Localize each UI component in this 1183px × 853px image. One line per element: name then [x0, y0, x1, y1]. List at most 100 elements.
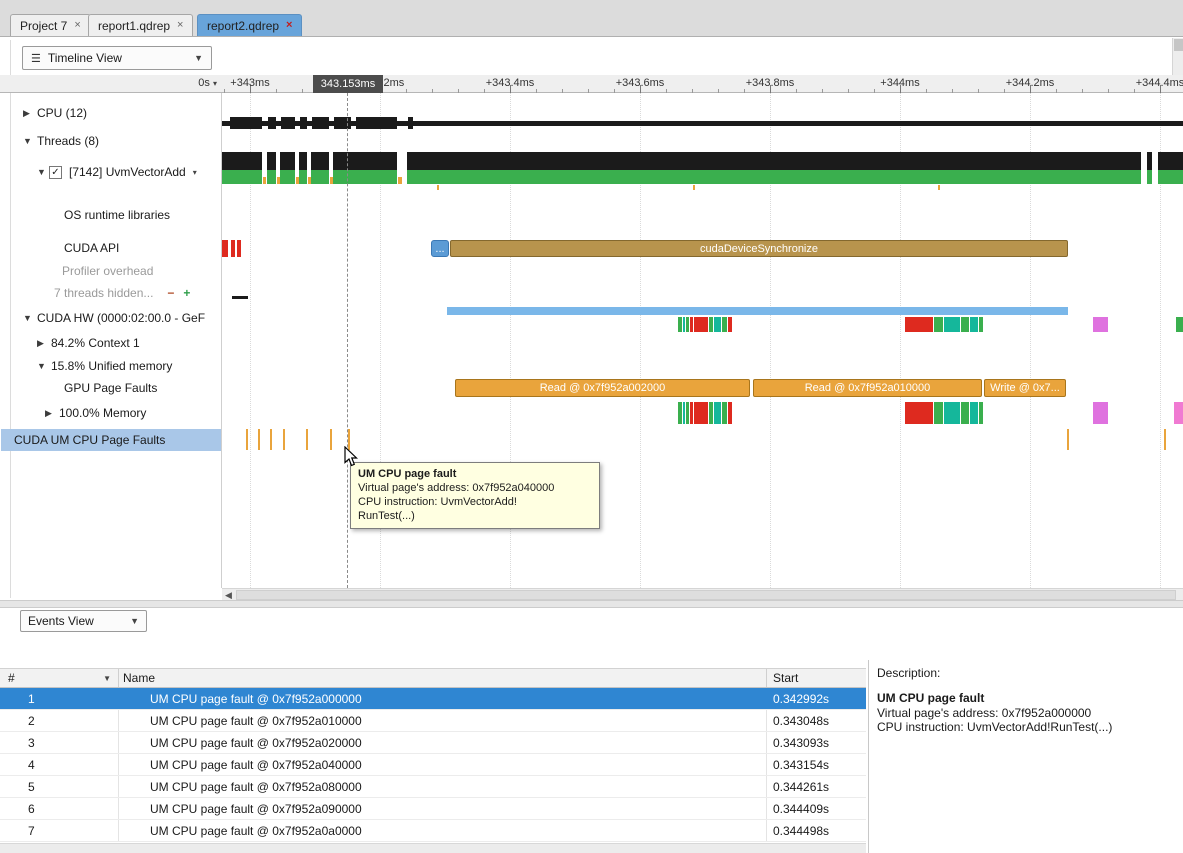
event-table-row[interactable]: 6UM CPU page fault @ 0x7f952a0900000.344… [0, 798, 866, 820]
cpu-usage-segment[interactable] [334, 117, 351, 129]
memory-activity-segment[interactable] [678, 402, 682, 424]
column-header-name[interactable]: Name [119, 669, 767, 687]
memory-activity-segment[interactable] [905, 402, 933, 424]
event-table-row[interactable]: 4UM CPU page fault @ 0x7f952a0400000.343… [0, 754, 866, 776]
tab-close-icon[interactable]: × [286, 20, 292, 31]
cpu-usage-segment[interactable] [312, 117, 329, 129]
cpu-usage-segment[interactable] [408, 117, 413, 129]
thread-state-top-segment[interactable] [222, 152, 262, 170]
memory-activity-segment[interactable] [714, 402, 721, 424]
memory-activity-segment[interactable] [694, 402, 708, 424]
event-table-row[interactable]: 1UM CPU page fault @ 0x7f952a0000000.342… [0, 688, 866, 710]
um-cpu-page-fault-tick[interactable] [283, 429, 285, 450]
memory-activity-segment[interactable] [934, 402, 943, 424]
sidebar-item-thread-7142[interactable]: ▼ ✓ [7142] UvmVectorAdd ▾ [10, 161, 221, 183]
gpu-page-fault-bar[interactable]: Read @ 0x7f952a010000 [753, 379, 982, 397]
sidebar-item-profiler-overhead[interactable]: Profiler overhead [10, 260, 221, 282]
thread-gap-marks-segment[interactable] [308, 177, 311, 184]
thread-gap-marks-segment[interactable] [330, 177, 333, 184]
um-cpu-page-fault-tick[interactable] [1164, 429, 1166, 450]
thread-state-top-segment[interactable] [1147, 152, 1152, 170]
memory-activity-segment[interactable] [690, 402, 693, 424]
context-activity-segment[interactable] [683, 317, 685, 332]
thread-checkbox[interactable]: ✓ [49, 166, 62, 179]
context-activity-segment[interactable] [709, 317, 713, 332]
scrollbar-thumb[interactable] [1174, 39, 1183, 51]
sidebar-item-context1[interactable]: ▶ 84.2% Context 1 [10, 332, 221, 354]
thread-state-top-segment[interactable] [280, 152, 295, 170]
event-table-row[interactable]: 2UM CPU page fault @ 0x7f952a0100000.343… [0, 710, 866, 732]
thread-state-green-segment[interactable] [1147, 170, 1152, 184]
context-activity-segment[interactable] [686, 317, 689, 332]
expand-threads-button[interactable]: + [183, 286, 190, 300]
column-header-number[interactable]: # ▼ [0, 669, 119, 687]
context-activity-segment[interactable] [728, 317, 732, 332]
sort-descending-icon[interactable]: ▼ [103, 674, 111, 683]
hidden-threads-dash-segment[interactable] [232, 296, 248, 299]
expanded-arrow-icon[interactable]: ▼ [23, 136, 35, 146]
context-activity-segment[interactable] [694, 317, 708, 332]
cuda-api-left-calls-segment[interactable] [222, 240, 228, 257]
tab-report2-active[interactable]: report2.qdrep × [197, 14, 302, 36]
chevron-down-icon[interactable]: ▾ [193, 168, 197, 177]
context-activity-segment[interactable] [905, 317, 933, 332]
thread-state-top-segment[interactable] [1158, 152, 1183, 170]
thread-state-green-segment[interactable] [267, 170, 276, 184]
thread-marker-ticks-segment[interactable] [437, 185, 439, 190]
thread-state-green-segment[interactable] [299, 170, 307, 184]
memory-activity-segment[interactable] [944, 402, 960, 424]
gpu-page-fault-bar[interactable]: Write @ 0x7... [984, 379, 1066, 397]
event-table-row[interactable]: 7UM CPU page fault @ 0x7f952a0a00000.344… [0, 820, 866, 842]
thread-state-green-segment[interactable] [311, 170, 329, 184]
um-cpu-page-fault-tick[interactable] [306, 429, 308, 450]
cpu-usage-segment[interactable] [268, 117, 276, 129]
gpu-page-fault-bar[interactable]: Read @ 0x7f952a002000 [455, 379, 750, 397]
memory-activity-segment[interactable] [1174, 402, 1183, 424]
expanded-arrow-icon[interactable]: ▼ [23, 313, 35, 323]
collapsed-arrow-icon[interactable]: ▶ [23, 108, 35, 119]
timeline-view-selector[interactable]: ☰ Timeline View ▼ [22, 46, 212, 70]
scrollbar-thumb[interactable] [236, 590, 1176, 600]
um-cpu-page-fault-tick[interactable] [258, 429, 260, 450]
sidebar-item-cuda-hw[interactable]: ▼ CUDA HW (0000:02:00.0 - GeF [10, 307, 221, 329]
tab-report1[interactable]: report1.qdrep × [88, 14, 193, 36]
context-activity-segment[interactable] [970, 317, 978, 332]
expanded-arrow-icon[interactable]: ▼ [37, 361, 49, 371]
ruler-canvas[interactable]: +343ms+343.2ms+343.4ms+343.6ms+343.8ms+3… [222, 75, 1183, 93]
sidebar-item-threads-hidden[interactable]: 7 threads hidden... − + [10, 282, 221, 304]
sidebar-item-memory[interactable]: ▶ 100.0% Memory [10, 402, 221, 424]
memory-activity-segment[interactable] [722, 402, 727, 424]
sidebar-item-threads[interactable]: ▼ Threads (8) [10, 130, 221, 152]
thread-state-green-segment[interactable] [333, 170, 397, 184]
timeline-ruler[interactable]: 0s ▾ +343ms+343.2ms+343.4ms+343.6ms+343.… [0, 75, 1183, 93]
cpu-usage-segment[interactable] [230, 117, 262, 129]
memory-activity-segment[interactable] [970, 402, 978, 424]
memory-activity-segment[interactable] [961, 402, 969, 424]
um-cpu-page-fault-tick[interactable] [1067, 429, 1069, 450]
collapse-threads-button[interactable]: − [167, 286, 174, 300]
thread-gap-marks-segment[interactable] [277, 177, 280, 184]
context-activity-segment[interactable] [944, 317, 960, 332]
event-table-row[interactable]: 3UM CPU page fault @ 0x7f952a0200000.343… [0, 732, 866, 754]
context-activity-segment[interactable] [678, 317, 682, 332]
memory-activity-segment[interactable] [683, 402, 685, 424]
memory-activity-segment[interactable] [1093, 402, 1108, 424]
context-activity-segment[interactable] [961, 317, 969, 332]
um-cpu-page-fault-tick[interactable] [270, 429, 272, 450]
thread-state-top-segment[interactable] [299, 152, 307, 170]
um-cpu-page-fault-tick[interactable] [246, 429, 248, 450]
sidebar-item-os-runtime[interactable]: OS runtime libraries [10, 204, 221, 226]
thread-state-green-segment[interactable] [1158, 170, 1183, 184]
sidebar-item-cuda-api[interactable]: CUDA API [10, 237, 221, 259]
memcpy-htod-bar-segment[interactable] [447, 307, 1068, 315]
expanded-arrow-icon[interactable]: ▼ [37, 167, 49, 177]
cpu-usage-segment[interactable] [281, 117, 295, 129]
tab-close-icon[interactable]: × [74, 20, 80, 31]
context-activity-segment[interactable] [934, 317, 943, 332]
timeline-vertical-scrollbar[interactable] [1172, 38, 1183, 75]
thread-state-top-segment[interactable] [267, 152, 276, 170]
thread-marker-ticks-segment[interactable] [693, 185, 695, 190]
tab-project[interactable]: Project 7 × [10, 14, 91, 36]
collapsed-arrow-icon[interactable]: ▶ [45, 408, 57, 419]
context-activity-segment[interactable] [979, 317, 983, 332]
